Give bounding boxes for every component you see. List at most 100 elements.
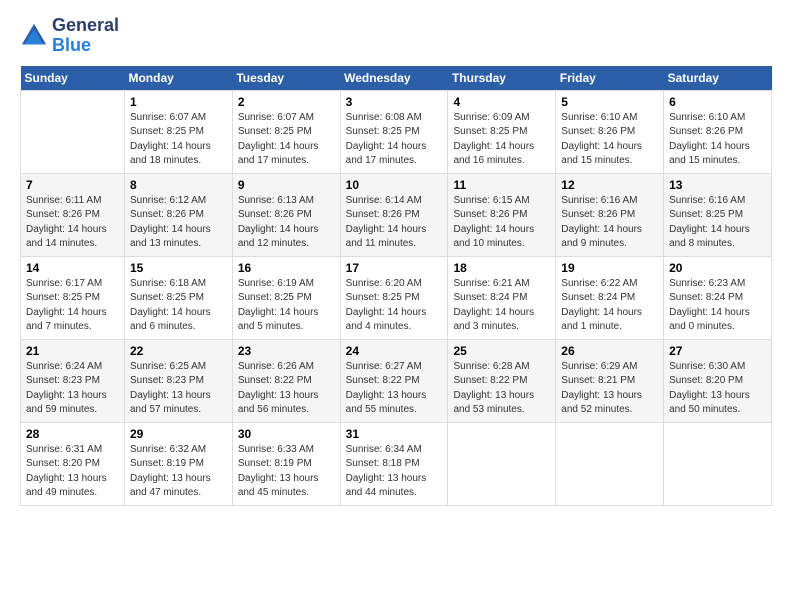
week-row-3: 14Sunrise: 6:17 AMSunset: 8:25 PMDayligh…: [21, 256, 772, 339]
day-info: Sunrise: 6:07 AMSunset: 8:25 PMDaylight:…: [130, 111, 227, 169]
calendar-cell: 22 Sunrise: 6:25 AMSunset: 8:23 PMDayligh…: [124, 339, 232, 422]
calendar-cell: [21, 90, 125, 173]
day-number: 8: [130, 178, 227, 192]
calendar-cell: 26Sunrise: 6:29 AMSunset: 8:21 PMDayligh…: [556, 339, 664, 422]
day-info: Sunrise: 6:08 AMSunset: 8:25 PMDaylight:…: [346, 111, 443, 169]
calendar-cell: 21 Sunrise: 6:24 AMSunset: 8:23 PMDayligh…: [21, 339, 125, 422]
day-number: 31: [346, 427, 443, 441]
calendar-cell: 18 Sunrise: 6:21 AMSunset: 8:24 PMDayligh…: [448, 256, 556, 339]
day-number: 21: [26, 344, 119, 358]
day-number: 13: [669, 178, 766, 192]
day-number: 18: [453, 261, 550, 275]
calendar-cell: 9 Sunrise: 6:13 AMSunset: 8:26 PMDaylight…: [232, 173, 340, 256]
day-info: Sunrise: 6:21 AMSunset: 8:24 PMDaylight:…: [453, 277, 550, 335]
day-number: 22: [130, 344, 227, 358]
week-row-2: 7 Sunrise: 6:11 AMSunset: 8:26 PMDaylight…: [21, 173, 772, 256]
day-number: 20: [669, 261, 766, 275]
day-info: Sunrise: 6:27 AMSunset: 8:22 PMDaylight:…: [346, 360, 443, 418]
day-info: Sunrise: 6:31 AMSunset: 8:20 PMDaylight:…: [26, 443, 119, 501]
day-info: Sunrise: 6:17 AMSunset: 8:25 PMDaylight:…: [26, 277, 119, 335]
day-header-thursday: Thursday: [448, 66, 556, 91]
day-info: Sunrise: 6:26 AMSunset: 8:22 PMDaylight:…: [238, 360, 335, 418]
calendar-cell: 31 Sunrise: 6:34 AMSunset: 8:18 PMDayligh…: [340, 422, 448, 505]
day-header-saturday: Saturday: [664, 66, 772, 91]
header-row: SundayMondayTuesdayWednesdayThursdayFrid…: [21, 66, 772, 91]
day-info: Sunrise: 6:16 AMSunset: 8:25 PMDaylight:…: [669, 194, 766, 252]
day-info: Sunrise: 6:15 AMSunset: 8:26 PMDaylight:…: [453, 194, 550, 252]
day-header-friday: Friday: [556, 66, 664, 91]
calendar-cell: [448, 422, 556, 505]
day-header-wednesday: Wednesday: [340, 66, 448, 91]
week-row-5: 28Sunrise: 6:31 AMSunset: 8:20 PMDayligh…: [21, 422, 772, 505]
calendar-cell: 2 Sunrise: 6:07 AMSunset: 8:25 PMDaylight…: [232, 90, 340, 173]
day-number: 19: [561, 261, 658, 275]
calendar-cell: 15Sunrise: 6:18 AMSunset: 8:25 PMDayligh…: [124, 256, 232, 339]
day-info: Sunrise: 6:16 AMSunset: 8:26 PMDaylight:…: [561, 194, 658, 252]
day-info: Sunrise: 6:13 AMSunset: 8:26 PMDaylight:…: [238, 194, 335, 252]
calendar-cell: 3Sunrise: 6:08 AMSunset: 8:25 PMDaylight…: [340, 90, 448, 173]
day-info: Sunrise: 6:09 AMSunset: 8:25 PMDaylight:…: [453, 111, 550, 169]
day-header-tuesday: Tuesday: [232, 66, 340, 91]
logo-text: General Blue: [52, 16, 119, 56]
day-number: 17: [346, 261, 443, 275]
day-info: Sunrise: 6:19 AMSunset: 8:25 PMDaylight:…: [238, 277, 335, 335]
calendar-cell: 5Sunrise: 6:10 AMSunset: 8:26 PMDaylight…: [556, 90, 664, 173]
header: General Blue: [20, 16, 772, 56]
calendar-cell: 25 Sunrise: 6:28 AMSunset: 8:22 PMDayligh…: [448, 339, 556, 422]
day-number: 2: [238, 95, 335, 109]
calendar-cell: [664, 422, 772, 505]
day-info: Sunrise: 6:34 AMSunset: 8:18 PMDaylight:…: [346, 443, 443, 501]
day-info: Sunrise: 6:23 AMSunset: 8:24 PMDaylight:…: [669, 277, 766, 335]
week-row-4: 21 Sunrise: 6:24 AMSunset: 8:23 PMDayligh…: [21, 339, 772, 422]
calendar-cell: 20 Sunrise: 6:23 AMSunset: 8:24 PMDayligh…: [664, 256, 772, 339]
calendar-cell: 17 Sunrise: 6:20 AMSunset: 8:25 PMDayligh…: [340, 256, 448, 339]
calendar-cell: 23 Sunrise: 6:26 AMSunset: 8:22 PMDayligh…: [232, 339, 340, 422]
day-info: Sunrise: 6:24 AMSunset: 8:23 PMDaylight:…: [26, 360, 119, 418]
day-number: 25: [453, 344, 550, 358]
day-number: 4: [453, 95, 550, 109]
day-info: Sunrise: 6:25 AMSunset: 8:23 PMDaylight:…: [130, 360, 227, 418]
calendar-cell: 1Sunrise: 6:07 AMSunset: 8:25 PMDaylight…: [124, 90, 232, 173]
calendar-cell: 12Sunrise: 6:16 AMSunset: 8:26 PMDayligh…: [556, 173, 664, 256]
day-number: 29: [130, 427, 227, 441]
day-number: 30: [238, 427, 335, 441]
day-number: 9: [238, 178, 335, 192]
day-info: Sunrise: 6:28 AMSunset: 8:22 PMDaylight:…: [453, 360, 550, 418]
day-header-monday: Monday: [124, 66, 232, 91]
day-number: 11: [453, 178, 550, 192]
calendar-cell: 7 Sunrise: 6:11 AMSunset: 8:26 PMDaylight…: [21, 173, 125, 256]
day-info: Sunrise: 6:11 AMSunset: 8:26 PMDaylight:…: [26, 194, 119, 252]
week-row-1: 1Sunrise: 6:07 AMSunset: 8:25 PMDaylight…: [21, 90, 772, 173]
day-header-sunday: Sunday: [21, 66, 125, 91]
calendar-cell: 14Sunrise: 6:17 AMSunset: 8:25 PMDayligh…: [21, 256, 125, 339]
calendar-cell: [556, 422, 664, 505]
day-info: Sunrise: 6:32 AMSunset: 8:19 PMDaylight:…: [130, 443, 227, 501]
day-info: Sunrise: 6:07 AMSunset: 8:25 PMDaylight:…: [238, 111, 335, 169]
day-number: 5: [561, 95, 658, 109]
calendar-cell: 30 Sunrise: 6:33 AMSunset: 8:19 PMDayligh…: [232, 422, 340, 505]
day-info: Sunrise: 6:29 AMSunset: 8:21 PMDaylight:…: [561, 360, 658, 418]
day-number: 7: [26, 178, 119, 192]
calendar-cell: 29 Sunrise: 6:32 AMSunset: 8:19 PMDayligh…: [124, 422, 232, 505]
day-info: Sunrise: 6:20 AMSunset: 8:25 PMDaylight:…: [346, 277, 443, 335]
day-info: Sunrise: 6:14 AMSunset: 8:26 PMDaylight:…: [346, 194, 443, 252]
calendar-cell: 28Sunrise: 6:31 AMSunset: 8:20 PMDayligh…: [21, 422, 125, 505]
day-info: Sunrise: 6:18 AMSunset: 8:25 PMDaylight:…: [130, 277, 227, 335]
day-info: Sunrise: 6:22 AMSunset: 8:24 PMDaylight:…: [561, 277, 658, 335]
calendar-cell: 13 Sunrise: 6:16 AMSunset: 8:25 PMDayligh…: [664, 173, 772, 256]
calendar-table: SundayMondayTuesdayWednesdayThursdayFrid…: [20, 66, 772, 506]
calendar-cell: 24Sunrise: 6:27 AMSunset: 8:22 PMDayligh…: [340, 339, 448, 422]
day-number: 16: [238, 261, 335, 275]
page: General Blue SundayMondayTuesdayWednesda…: [0, 0, 792, 516]
calendar-cell: 11 Sunrise: 6:15 AMSunset: 8:26 PMDayligh…: [448, 173, 556, 256]
day-info: Sunrise: 6:30 AMSunset: 8:20 PMDaylight:…: [669, 360, 766, 418]
logo-icon: [20, 22, 48, 50]
logo: General Blue: [20, 16, 119, 56]
calendar-cell: 8 Sunrise: 6:12 AMSunset: 8:26 PMDaylight…: [124, 173, 232, 256]
day-info: Sunrise: 6:33 AMSunset: 8:19 PMDaylight:…: [238, 443, 335, 501]
calendar-cell: 10Sunrise: 6:14 AMSunset: 8:26 PMDayligh…: [340, 173, 448, 256]
day-number: 23: [238, 344, 335, 358]
calendar-cell: 4 Sunrise: 6:09 AMSunset: 8:25 PMDaylight…: [448, 90, 556, 173]
day-number: 6: [669, 95, 766, 109]
day-info: Sunrise: 6:12 AMSunset: 8:26 PMDaylight:…: [130, 194, 227, 252]
